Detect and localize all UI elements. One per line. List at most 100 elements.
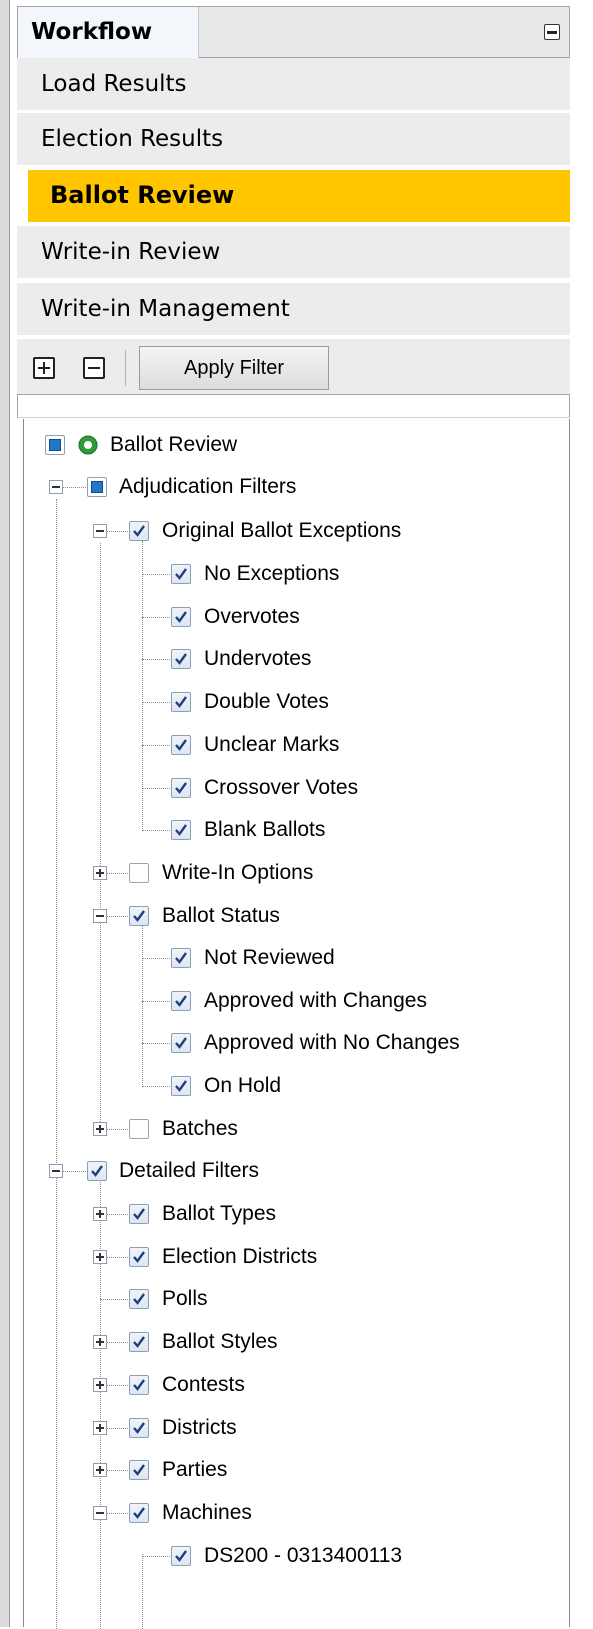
tree-line	[100, 1299, 128, 1301]
check-icon	[133, 1507, 145, 1519]
tree-label-polls: Polls	[162, 1287, 208, 1311]
check-icon	[133, 1293, 145, 1306]
checkbox-ballot-review[interactable]	[45, 435, 65, 455]
checkbox-approved-with-no-changes[interactable]	[171, 1033, 191, 1054]
check-icon	[175, 739, 187, 751]
tree-line	[56, 499, 57, 1629]
checkbox-parties[interactable]	[129, 1460, 149, 1481]
nav-write-in-management[interactable]: Write-in Management	[17, 283, 570, 336]
tree-label-ballot-types: Ballot Types	[162, 1202, 277, 1225]
filter-toolbar: Apply Filter	[17, 339, 570, 394]
tree-line	[142, 1043, 170, 1045]
checkbox-detailed-filters[interactable]	[87, 1161, 107, 1181]
expand-icon[interactable]	[93, 866, 107, 880]
check-icon	[175, 1080, 187, 1093]
nav-ballot-review[interactable]: Ballot Review	[28, 170, 570, 223]
check-icon	[175, 1037, 187, 1050]
tree-line	[142, 1554, 143, 1629]
tab-workflow[interactable]: Workflow	[18, 7, 199, 59]
expand-icon[interactable]	[93, 1122, 107, 1136]
tree-line	[142, 574, 170, 575]
check-icon	[133, 1421, 145, 1434]
checkbox-districts[interactable]	[129, 1417, 149, 1438]
checkbox-ballot-status[interactable]	[129, 906, 149, 926]
checkbox-adjudication-filters[interactable]	[87, 477, 107, 497]
tree-label-approved-with-changes: Approved with Changes	[204, 988, 427, 1012]
checkbox-overvotes[interactable]	[171, 606, 191, 627]
tree-label-batches: Batches	[162, 1117, 238, 1140]
tree-label-not-reviewed: Not Reviewed	[204, 946, 335, 969]
tree-label-no-exceptions: No Exceptions	[204, 562, 340, 585]
tree-label-unclear-marks: Unclear Marks	[204, 732, 340, 756]
checkbox-double-votes[interactable]	[171, 692, 191, 713]
collapse-icon[interactable]	[93, 1505, 107, 1520]
checkbox-not-reviewed[interactable]	[171, 948, 191, 968]
checkbox-on-hold[interactable]	[171, 1076, 191, 1097]
expand-icon[interactable]	[93, 1463, 107, 1478]
tree-label-crossover-votes: Crossover Votes	[204, 775, 359, 799]
checkbox-ballot-types[interactable]	[129, 1204, 149, 1224]
check-icon	[175, 824, 187, 837]
tree-line	[142, 744, 170, 746]
tree-line	[142, 787, 170, 789]
tree-label-contests: Contests	[162, 1372, 245, 1396]
minimize-icon[interactable]	[544, 24, 560, 40]
checkbox-unclear-marks[interactable]	[171, 734, 191, 755]
checkbox-blank-ballots[interactable]	[171, 820, 191, 841]
checkbox-contests[interactable]	[129, 1374, 149, 1395]
checkbox-polls[interactable]	[129, 1289, 149, 1310]
checkbox-crossover-votes[interactable]	[171, 777, 191, 798]
left-border	[0, 0, 10, 1627]
collapse-icon[interactable]	[93, 909, 107, 923]
tree-label-overvotes: Overvotes	[204, 604, 300, 628]
tree-label-blank-ballots: Blank Ballots	[204, 818, 326, 842]
expand-all-icon[interactable]	[33, 357, 55, 379]
expand-icon[interactable]	[93, 1420, 107, 1435]
checkbox-write-in-options[interactable]	[129, 863, 149, 883]
expand-icon[interactable]	[93, 1207, 107, 1221]
tree-line	[142, 1000, 170, 1002]
checkbox-undervotes[interactable]	[171, 649, 191, 670]
expand-icon[interactable]	[93, 1377, 107, 1392]
nav-load-results[interactable]: Load Results	[17, 58, 570, 111]
checkbox-ballot-styles[interactable]	[129, 1332, 149, 1353]
check-icon	[133, 1464, 145, 1477]
check-icon	[175, 568, 187, 580]
collapse-icon[interactable]	[93, 524, 107, 538]
checkbox-batches[interactable]	[129, 1119, 149, 1139]
nav-election-results[interactable]: Election Results	[17, 113, 570, 166]
tree-label-election-districts: Election Districts	[162, 1244, 318, 1268]
tree-line	[142, 659, 170, 661]
collapse-icon[interactable]	[49, 1164, 63, 1178]
check-icon	[133, 910, 145, 922]
tree-line	[142, 924, 143, 1085]
expand-icon[interactable]	[93, 1335, 107, 1350]
tree-line	[142, 702, 170, 704]
checkbox-original-ballot-exceptions[interactable]	[129, 521, 149, 541]
tree-label-approved-with-no-changes: Approved with No Changes	[204, 1031, 460, 1055]
tree-line	[142, 830, 170, 832]
check-icon	[175, 696, 187, 709]
tree-line	[142, 1086, 170, 1088]
tree-label-parties: Parties	[162, 1458, 228, 1482]
tree-line	[100, 543, 101, 1130]
filter-bar	[17, 394, 570, 418]
check-icon	[175, 994, 187, 1007]
nav-write-in-review[interactable]: Write-in Review	[17, 226, 570, 279]
checkbox-no-exceptions[interactable]	[171, 564, 191, 584]
checkbox-election-districts[interactable]	[129, 1246, 149, 1267]
check-icon	[133, 1208, 145, 1220]
checkbox-ds200-0313400113[interactable]	[171, 1546, 191, 1566]
collapse-all-icon[interactable]	[83, 357, 105, 379]
check-icon	[133, 525, 145, 537]
checkbox-approved-with-changes[interactable]	[171, 990, 191, 1011]
tree-label-ballot-styles: Ballot Styles	[162, 1330, 278, 1354]
expand-icon[interactable]	[93, 1249, 107, 1264]
checkbox-machines[interactable]	[129, 1502, 149, 1523]
check-icon	[175, 781, 187, 794]
tree-line	[100, 1177, 101, 1629]
check-icon	[175, 1550, 187, 1562]
collapse-icon[interactable]	[49, 480, 63, 494]
apply-filter-button[interactable]: Apply Filter	[139, 346, 329, 390]
tree-label-detailed-filters: Detailed Filters	[119, 1159, 260, 1182]
